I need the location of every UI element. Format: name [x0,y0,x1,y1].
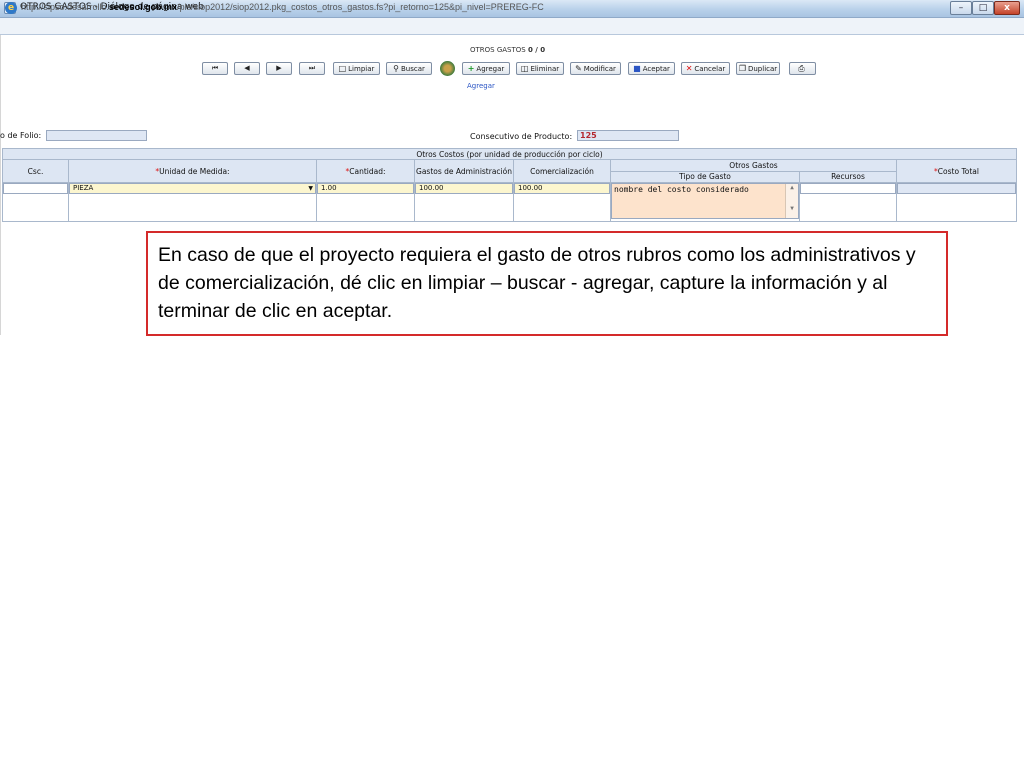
header-gastos-admin: Gastos de Administración [414,159,514,183]
emblem-icon [440,61,455,76]
folio-label: o de Folio: [0,131,42,140]
consecutivo-input[interactable]: 125 [577,130,679,141]
folio-input[interactable] [46,130,147,141]
csc-input[interactable] [3,183,68,194]
save-icon: ■ [633,64,641,73]
cell-costo-total [895,181,1018,223]
duplicar-button[interactable]: ❐ Duplicar [736,62,780,75]
eliminar-button[interactable]: ◫ Eliminar [516,62,564,75]
header-comercializacion: Comercialización [513,159,611,183]
agregar-button[interactable]: + Agregar [462,62,510,75]
chevron-down-icon: ▼ [308,184,313,192]
instruction-callout: En caso de que el proyecto requiera el g… [146,231,948,336]
header-cantidad: *Cantidad: [316,159,415,183]
cantidad-input[interactable]: 1.00 [317,183,414,194]
previous-record-button[interactable]: ◀ [234,62,260,75]
cell-gastos-admin: 100.00 [414,181,514,223]
otros-costos-table: Otros Costos (por unidad de producción p… [1,147,1018,223]
url-text: http://sipso.desarrollo.sedesol.gob.mx/p… [21,2,544,12]
minimize-button[interactable]: – [950,1,972,15]
costo-total-input [897,183,1016,194]
mode-label: Agregar [467,82,549,91]
cancelar-button[interactable]: ✕ Cancelar [681,62,730,75]
header-recursos: Recursos [799,170,897,183]
unidad-select[interactable]: PIEZA ▼ [69,183,316,194]
table-row: PIEZA ▼ 1.00 100.00 100.00 nombre del cos… [2,181,1018,223]
recursos-input[interactable] [800,183,896,194]
last-record-button[interactable]: ⏭ [299,62,325,75]
cell-cantidad: 1.00 [316,181,415,223]
aceptar-button[interactable]: ■ Aceptar [628,62,675,75]
first-record-button[interactable]: ⏮ [202,62,228,75]
document-icon: □ [338,64,347,73]
cell-unidad: PIEZA ▼ [68,181,317,223]
header-otros-gastos: Otros Gastos [610,159,897,172]
cell-recursos [799,181,897,223]
next-record-button[interactable]: ▶ [266,62,292,75]
comercializacion-input[interactable]: 100.00 [514,183,610,194]
browser-icon: e [5,2,17,14]
header-csc: Csc. [2,159,69,183]
trash-icon: ◫ [520,64,529,73]
table-caption: Otros Costos (por unidad de producción p… [1,147,1018,161]
copy-icon: ❐ [738,64,746,73]
header-costo-total: *Costo Total [895,159,1018,183]
frame-border [0,35,1,335]
address-bar[interactable] [0,18,1024,35]
close-button[interactable]: x [994,1,1020,15]
cell-tipo-gasto: nombre del costo considerado ▲ ▼ [610,181,800,223]
cell-comercializacion: 100.00 [513,181,611,223]
buscar-button[interactable]: ⚲ Buscar [386,62,432,75]
cell-csc [2,181,69,223]
cancel-icon: ✕ [685,64,693,73]
gastos-admin-input[interactable]: 100.00 [415,183,513,194]
header-unidad: *Unidad de Medida: [68,159,317,183]
tipo-gasto-textarea[interactable]: nombre del costo considerado ▲ ▼ [611,183,799,219]
header-tipo-gasto: Tipo de Gasto [610,170,800,183]
print-button[interactable]: ⎙ [789,62,816,75]
search-icon: ⚲ [393,64,399,73]
textarea-scrollbar[interactable]: ▲ ▼ [785,183,798,218]
plus-icon: + [467,64,475,73]
record-header: OTROS GASTOS 0 / 0 [470,46,546,54]
printer-icon: ⎙ [798,64,805,73]
consecutivo-label: Consecutivo de Producto: [470,132,573,141]
modificar-button[interactable]: ✎ Modificar [570,62,621,75]
maximize-button[interactable]: □ [972,1,994,15]
edit-icon: ✎ [575,64,582,73]
limpiar-button[interactable]: □ Limpiar [333,62,380,75]
